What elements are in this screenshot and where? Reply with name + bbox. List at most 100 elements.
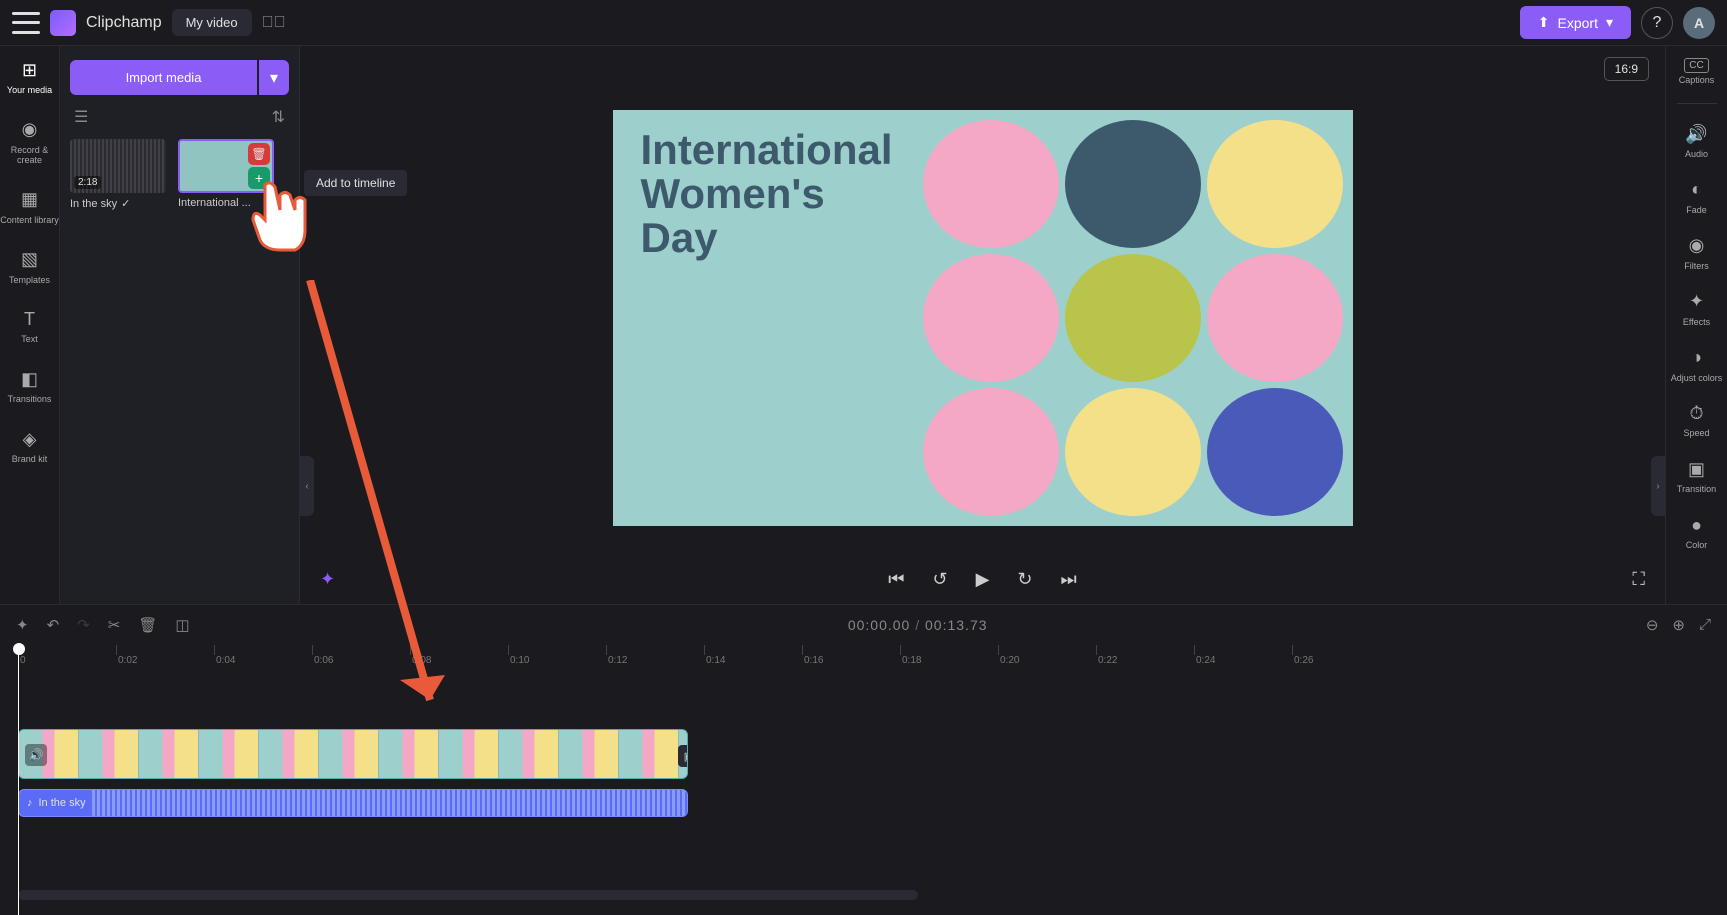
nav-your-media[interactable]: ⊞Your media (7, 58, 52, 96)
filter-icon[interactable]: ☰ (74, 107, 88, 127)
nav-content-library[interactable]: ▦ Content library (0, 188, 59, 226)
prop-label: Effects (1683, 318, 1710, 328)
timeline-scrollbar[interactable] (18, 890, 918, 900)
media-item-video[interactable]: 🗑 + International ... (178, 139, 274, 210)
import-media-dropdown[interactable]: ▾ (259, 60, 289, 95)
aspect-ratio-button[interactable]: 16:9 (1604, 57, 1649, 81)
media-item-audio[interactable]: 2:18 In the sky✓ (70, 139, 166, 210)
prop-label: Filters (1684, 262, 1709, 272)
collapse-properties-panel-button[interactable]: › (1651, 456, 1665, 516)
adjust-icon: ◑ (1685, 346, 1709, 370)
zoom-out-button[interactable]: ⊖ (1646, 616, 1659, 634)
zoom-in-button[interactable]: ⊕ (1672, 616, 1685, 634)
nav-record-create[interactable]: ◉Record & create (0, 118, 59, 166)
menu-icon[interactable] (12, 12, 40, 34)
video-canvas[interactable]: International Women's Day (613, 110, 1353, 526)
delete-button[interactable]: 🗑 (138, 616, 157, 634)
play-button[interactable]: ▶ (976, 569, 990, 590)
export-label: Export (1558, 15, 1598, 31)
nav-label: Templates (9, 276, 50, 286)
redo-button[interactable]: ↷ (77, 616, 90, 634)
sync-icon: ☁⃠ (262, 14, 286, 32)
filters-icon: ◉ (1685, 234, 1709, 258)
import-media-button[interactable]: Import media (70, 60, 257, 95)
prop-fade[interactable]: ◐ Fade (1685, 178, 1709, 216)
nav-templates[interactable]: ▧ Templates (9, 248, 50, 286)
canvas-illustration (923, 120, 1343, 516)
collapse-media-panel-button[interactable]: ‹ (300, 456, 314, 516)
captions-button[interactable]: CCCaptions (1679, 58, 1715, 85)
crop-button[interactable]: ◫ (175, 616, 189, 634)
clipchamp-logo (50, 10, 76, 36)
templates-icon: ▧ (18, 248, 42, 272)
avatar[interactable]: A (1683, 7, 1715, 39)
fullscreen-button[interactable]: ⛶ (1632, 569, 1645, 590)
zoom-fit-button[interactable]: ⤢ (1699, 616, 1711, 634)
skip-back-button[interactable]: ⏮ (888, 569, 904, 590)
prop-label: Color (1686, 541, 1708, 551)
prop-audio[interactable]: 🔊Audio (1685, 122, 1709, 160)
undo-button[interactable]: ↶ (47, 616, 60, 634)
prop-effects[interactable]: ✦Effects (1683, 290, 1710, 328)
ruler-tick-label: 0:08 (412, 655, 431, 666)
split-button[interactable]: ✂ (108, 616, 121, 634)
nav-label: Text (21, 335, 38, 345)
prop-filters[interactable]: ◉ Filters (1684, 234, 1709, 272)
nav-brand-kit[interactable]: ◈ Brand kit (12, 427, 48, 465)
sort-icon[interactable]: ⇅ (272, 107, 285, 127)
delete-media-button[interactable]: 🗑 (248, 143, 270, 165)
ruler-tick-label: 0:20 (1000, 655, 1019, 666)
timeline-tracks[interactable]: 🔊 ▣ ♪ In the sky (0, 669, 1727, 904)
prop-adjust-colors[interactable]: ◑Adjust colors (1671, 346, 1723, 384)
nav-text[interactable]: T Text (18, 307, 42, 345)
ai-sparkle-icon[interactable]: ✦ (320, 569, 335, 590)
media-panel: Import media ▾ ☰ ⇅ 2:18 In the sky✓ 🗑 + … (60, 46, 300, 604)
ruler-tick-label: 0:10 (510, 655, 529, 666)
add-to-timeline-button[interactable]: + (248, 167, 270, 189)
transition-icon: ▣ (1685, 457, 1709, 481)
ruler-tick-label: 0:18 (902, 655, 921, 666)
export-button[interactable]: ⬆ Export ▾ (1520, 6, 1631, 39)
speed-icon: ⏱ (1685, 401, 1709, 425)
transitions-icon: ◧ (18, 367, 42, 391)
ruler-tick-label: 0:02 (118, 655, 137, 666)
playhead[interactable] (18, 645, 19, 915)
timeline-ruler[interactable]: 00:020:040:060:080:100:120:140:160:180:2… (0, 645, 1727, 669)
ruler-tick-label: 0:22 (1098, 655, 1117, 666)
prop-speed[interactable]: ⏱ Speed (1683, 401, 1709, 439)
media-name: In the sky (70, 198, 117, 210)
brand-icon: ◈ (18, 427, 42, 451)
top-bar: Clipchamp My video ☁⃠ ⬆ Export ▾ ? A (0, 0, 1727, 46)
prop-label: Audio (1685, 150, 1708, 160)
nav-label: Content library (0, 216, 59, 226)
audio-waveform (92, 790, 687, 816)
transition-gap-icon[interactable]: ▣ (678, 745, 688, 767)
skip-forward-button[interactable]: ⏭ (1061, 569, 1077, 590)
project-title[interactable]: My video (172, 9, 252, 36)
fade-icon: ◐ (1685, 178, 1709, 202)
ruler-tick-label: 0:06 (314, 655, 333, 666)
nav-label: Brand kit (12, 455, 48, 465)
prop-label: Speed (1683, 429, 1709, 439)
text-icon: T (18, 307, 42, 331)
prop-color[interactable]: ●Color (1685, 513, 1709, 551)
help-button[interactable]: ? (1641, 7, 1673, 39)
transport-controls: ✦ ⏮ ↺ ▶ ↻ ⏭ ⛶ (300, 554, 1665, 604)
rewind-button[interactable]: ↺ (932, 569, 947, 590)
prop-transition[interactable]: ▣Transition (1677, 457, 1716, 495)
nav-transitions[interactable]: ◧Transitions (8, 367, 52, 405)
ruler-tick-label: 0:12 (608, 655, 627, 666)
record-icon: ◉ (18, 118, 42, 142)
video-clip[interactable]: 🔊 ▣ (18, 729, 688, 779)
ruler-tick-label: 0:26 (1294, 655, 1313, 666)
media-name: International ... (178, 197, 251, 209)
prop-label: Fade (1686, 206, 1707, 216)
timeline: ⌄ ✦ ↶ ↷ ✂ 🗑 ◫ 00:00.00 / 00:13.73 ⊖ ⊕ ⤢ … (0, 604, 1727, 904)
brand-name: Clipchamp (86, 14, 162, 32)
library-icon: ▦ (18, 188, 42, 212)
magic-tool-button[interactable]: ✦ (16, 616, 29, 634)
timecode: 00:00.00 / 00:13.73 (208, 617, 1628, 633)
audio-clip[interactable]: ♪ In the sky (18, 789, 688, 817)
forward-button[interactable]: ↻ (1017, 569, 1032, 590)
clip-mute-button[interactable]: 🔊 (25, 744, 47, 766)
